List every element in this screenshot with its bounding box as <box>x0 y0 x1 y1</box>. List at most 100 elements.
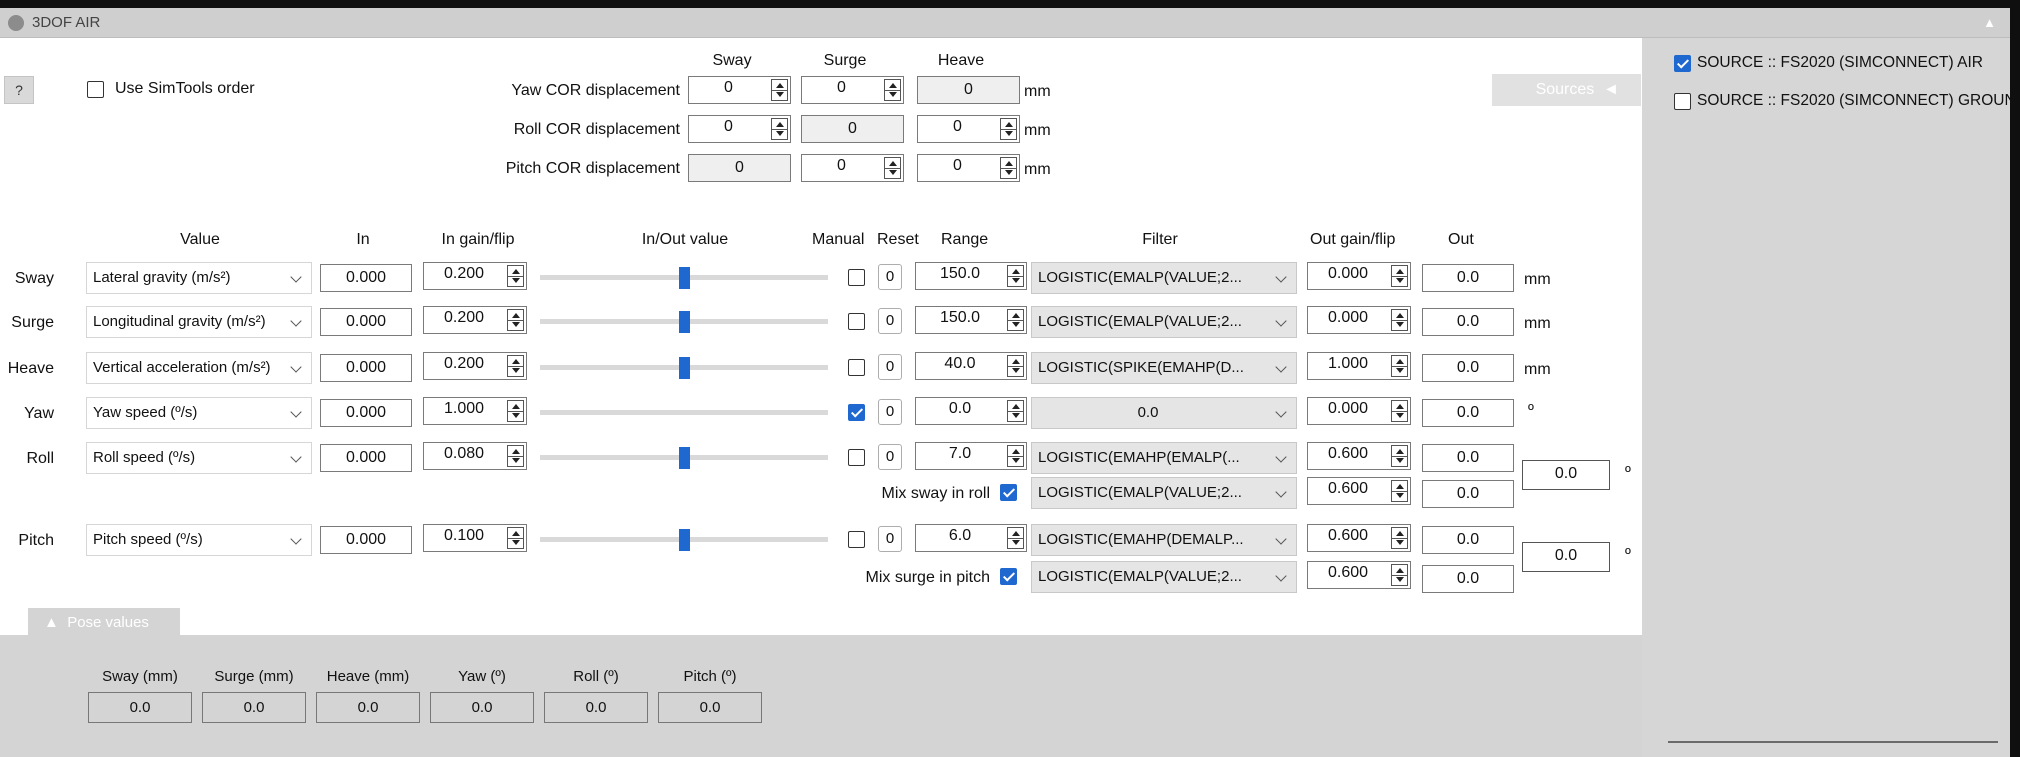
sources-toggle-button[interactable]: Sources ◄ <box>1492 74 1641 106</box>
stepper-arrows-icon[interactable] <box>507 265 524 287</box>
out-gain-stepper[interactable]: 0.600 <box>1307 561 1411 589</box>
stepper-arrows-icon[interactable] <box>884 157 901 179</box>
out-gain-stepper[interactable]: 0.600 <box>1307 524 1411 552</box>
axis-in-gain-stepper[interactable]: 0.100 <box>423 524 527 552</box>
axis-label-heave: Heave <box>7 360 54 377</box>
roll-cor-label: Roll COR displacement <box>513 121 680 138</box>
roll-cor-heave-stepper[interactable]: 0 <box>917 115 1020 143</box>
out-gain-stepper[interactable]: 0.000 <box>1307 262 1411 290</box>
roll-cor-sway-stepper[interactable]: 0 <box>688 115 791 143</box>
out-gain-stepper[interactable]: 0.600 <box>1307 477 1411 505</box>
axis-value-dropdown[interactable]: Longitudinal gravity (m/s²) <box>86 306 312 338</box>
stepper-arrows-icon[interactable] <box>771 118 788 140</box>
reset-button[interactable]: 0 <box>878 354 902 380</box>
filter-dropdown[interactable]: LOGISTIC(EMALP(VALUE;2... <box>1031 306 1297 338</box>
axis-value-dropdown[interactable]: Yaw speed (º/s) <box>86 397 312 429</box>
source-air-checkbox[interactable] <box>1674 55 1691 72</box>
in-out-slider-thumb[interactable] <box>679 267 690 289</box>
stepper-arrows-icon[interactable] <box>1391 309 1408 331</box>
filter-dropdown[interactable]: LOGISTIC(EMALP(VALUE;2... <box>1031 477 1297 509</box>
stepper-arrows-icon[interactable] <box>507 355 524 377</box>
range-stepper[interactable]: 40.0 <box>915 352 1027 380</box>
reset-button[interactable]: 0 <box>878 526 902 552</box>
stepper-arrows-icon[interactable] <box>1000 157 1017 179</box>
range-stepper[interactable]: 7.0 <box>915 442 1027 470</box>
out-gain-stepper[interactable]: 0.000 <box>1307 397 1411 425</box>
stepper-arrows-icon[interactable] <box>884 79 901 101</box>
pose-label-surge: Surge (mm) <box>214 668 294 685</box>
stepper-arrows-icon[interactable] <box>1007 527 1024 549</box>
use-simtools-checkbox[interactable] <box>87 81 104 98</box>
stepper-arrows-icon[interactable] <box>1007 265 1024 287</box>
pitch-cor-surge-stepper[interactable]: 0 <box>801 154 904 182</box>
source-ground-checkbox[interactable] <box>1674 93 1691 110</box>
stepper-arrows-icon[interactable] <box>507 309 524 331</box>
range-stepper[interactable]: 150.0 <box>915 306 1027 334</box>
axis-in-gain-stepper[interactable]: 0.080 <box>423 442 527 470</box>
range-stepper[interactable]: 150.0 <box>915 262 1027 290</box>
in-out-slider-thumb[interactable] <box>679 311 690 333</box>
range-stepper[interactable]: 0.0 <box>915 397 1027 425</box>
pose-value-sway: 0.0 <box>88 692 192 723</box>
stepper-arrows-icon[interactable] <box>1391 445 1408 467</box>
filter-dropdown[interactable]: LOGISTIC(EMAHP(DEMALP... <box>1031 524 1297 556</box>
in-out-slider-thumb[interactable] <box>679 447 690 469</box>
stepper-arrows-icon[interactable] <box>1391 265 1408 287</box>
out-gain-stepper[interactable]: 0.000 <box>1307 306 1411 334</box>
manual-checkbox[interactable] <box>848 269 865 286</box>
reset-button[interactable]: 0 <box>878 399 902 425</box>
stepper-arrows-icon[interactable] <box>1391 400 1408 422</box>
stepper-arrows-icon[interactable] <box>1007 309 1024 331</box>
stepper-arrows-icon[interactable] <box>1391 355 1408 377</box>
manual-checkbox[interactable] <box>848 404 865 421</box>
manual-checkbox[interactable] <box>848 359 865 376</box>
stepper-arrows-icon[interactable] <box>1391 527 1408 549</box>
range-stepper[interactable]: 6.0 <box>915 524 1027 552</box>
stepper-arrows-icon[interactable] <box>771 79 788 101</box>
filter-dropdown[interactable]: LOGISTIC(SPIKE(EMAHP(D... <box>1031 352 1297 384</box>
axis-in-gain-stepper[interactable]: 0.200 <box>423 262 527 290</box>
stepper-arrows-icon[interactable] <box>1391 564 1408 586</box>
reset-button[interactable]: 0 <box>878 444 902 470</box>
axis-label-roll: Roll <box>26 450 54 467</box>
stepper-arrows-icon[interactable] <box>1391 480 1408 502</box>
reset-button[interactable]: 0 <box>878 308 902 334</box>
collapse-icon[interactable]: ▲ <box>1983 15 1996 30</box>
stepper-arrows-icon[interactable] <box>507 445 524 467</box>
axis-value-dropdown[interactable]: Pitch speed (º/s) <box>86 524 312 556</box>
manual-checkbox[interactable] <box>848 531 865 548</box>
pitch-cor-heave-stepper[interactable]: 0 <box>917 154 1020 182</box>
axis-in-gain-stepper[interactable]: 0.200 <box>423 352 527 380</box>
yaw-cor-surge-stepper[interactable]: 0 <box>801 76 904 104</box>
filter-dropdown[interactable]: 0.0 <box>1031 397 1297 429</box>
mix-surge-in-pitch-checkbox[interactable] <box>1000 568 1017 585</box>
manual-checkbox[interactable] <box>848 449 865 466</box>
stepper-arrows-icon[interactable] <box>507 400 524 422</box>
reset-button[interactable]: 0 <box>878 264 902 290</box>
axis-in-gain-stepper[interactable]: 1.000 <box>423 397 527 425</box>
out-gain-stepper[interactable]: 1.000 <box>1307 352 1411 380</box>
stepper-arrows-icon[interactable] <box>507 527 524 549</box>
yaw-cor-sway-stepper[interactable]: 0 <box>688 76 791 104</box>
filter-dropdown[interactable]: LOGISTIC(EMALP(VALUE;2... <box>1031 561 1297 593</box>
stepper-arrows-icon[interactable] <box>1007 445 1024 467</box>
horizontal-scrollbar[interactable] <box>1668 741 1998 743</box>
stepper-arrows-icon[interactable] <box>1007 400 1024 422</box>
pose-values-tab[interactable]: ▲ Pose values <box>28 608 180 638</box>
out-gain-stepper[interactable]: 0.600 <box>1307 442 1411 470</box>
stepper-arrows-icon[interactable] <box>1000 118 1017 140</box>
in-out-slider-thumb[interactable] <box>679 357 690 379</box>
axis-value-dropdown[interactable]: Roll speed (º/s) <box>86 442 312 474</box>
help-button[interactable]: ? <box>4 76 34 104</box>
in-out-slider-thumb[interactable] <box>679 529 690 551</box>
manual-checkbox[interactable] <box>848 313 865 330</box>
axis-value-dropdown[interactable]: Vertical acceleration (m/s²) <box>86 352 312 384</box>
filter-dropdown[interactable]: LOGISTIC(EMALP(VALUE;2... <box>1031 262 1297 294</box>
stepper-arrows-icon[interactable] <box>1007 355 1024 377</box>
axis-in-gain-stepper[interactable]: 0.200 <box>423 306 527 334</box>
in-out-slider-track[interactable] <box>540 410 828 415</box>
axis-value-dropdown[interactable]: Lateral gravity (m/s²) <box>86 262 312 294</box>
mix-sway-in-roll-checkbox[interactable] <box>1000 484 1017 501</box>
filter-dropdown[interactable]: LOGISTIC(EMAHP(EMALP(... <box>1031 442 1297 474</box>
unit-label: º <box>1625 546 1631 563</box>
